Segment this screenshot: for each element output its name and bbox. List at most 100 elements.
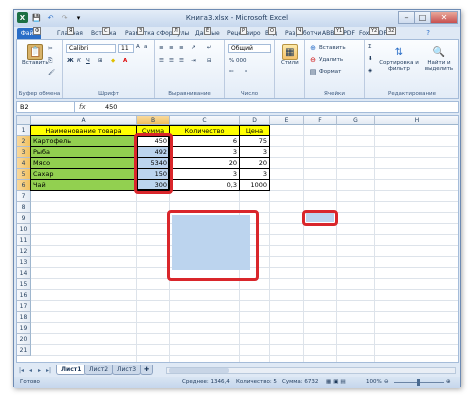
align-right-icon[interactable]: ☰ <box>179 58 184 64</box>
insert-cells-button[interactable]: ⊕ Вставить <box>309 44 346 52</box>
row-header[interactable]: 5 <box>17 169 31 180</box>
row-header[interactable]: 6 <box>17 180 31 191</box>
table-cell[interactable]: Чай <box>30 179 137 191</box>
paste-button[interactable]: 📋 Вставить <box>22 44 49 66</box>
underline-icon[interactable]: Ч <box>86 58 90 64</box>
row-header[interactable]: 10 <box>17 224 31 235</box>
decrease-decimal-icon[interactable]: ⁰ <box>245 70 247 76</box>
maximize-icon[interactable]: □ <box>414 11 431 24</box>
column-header[interactable]: G <box>337 116 375 125</box>
sheet-tab-2[interactable]: Лист2 <box>84 365 114 375</box>
indent-icon[interactable]: ⇥ <box>191 58 196 64</box>
align-center-icon[interactable]: ☰ <box>169 58 174 64</box>
row-header[interactable]: 13 <box>17 257 31 268</box>
copy-icon[interactable]: ⎘ <box>48 58 52 65</box>
ribbon: 📋 Вставить ✂ ⎘ 🖌 Буфер обмена Calibri 11… <box>16 39 459 99</box>
table-cell[interactable]: 0,3 <box>169 179 240 191</box>
number-format-select[interactable]: Общий <box>228 44 271 53</box>
wrap-text-icon[interactable]: ↵ <box>207 45 212 51</box>
row-header[interactable]: 19 <box>17 323 31 334</box>
styles-button[interactable]: ▦ Стили <box>281 44 299 66</box>
zoom-slider-thumb[interactable] <box>417 379 420 386</box>
column-header[interactable]: F <box>304 116 337 125</box>
sheet-tab-3[interactable]: Лист3 <box>112 365 142 375</box>
column-header[interactable]: D <box>240 116 270 125</box>
italic-icon[interactable]: К <box>77 58 81 64</box>
shrink-font-icon[interactable]: a <box>144 44 147 50</box>
align-middle-icon[interactable]: ≡ <box>169 45 174 51</box>
bold-icon[interactable]: Ж <box>67 58 74 64</box>
zoom-level[interactable]: 100% <box>366 379 382 385</box>
column-header[interactable]: C <box>170 116 240 125</box>
align-left-icon[interactable]: ☰ <box>159 58 164 64</box>
column-header[interactable]: H <box>375 116 458 125</box>
prev-sheet-icon[interactable]: ◂ <box>27 367 34 374</box>
column-header[interactable]: A <box>31 116 137 125</box>
last-sheet-icon[interactable]: ▸| <box>45 367 52 374</box>
row-header[interactable]: 14 <box>17 268 31 279</box>
row-header[interactable]: 3 <box>17 147 31 158</box>
row-header[interactable]: 1 <box>17 125 31 136</box>
table-cell[interactable]: 1000 <box>239 179 270 191</box>
font-size-select[interactable]: 11 <box>118 44 134 53</box>
fill-icon[interactable]: ⬇ <box>368 56 373 62</box>
cut-icon[interactable]: ✂ <box>48 46 53 52</box>
clear-icon[interactable]: ◈ <box>368 68 372 74</box>
sort-filter-button[interactable]: ⇅ Сортировка и фильтр <box>379 44 419 73</box>
row-header[interactable]: 18 <box>17 312 31 323</box>
row-header[interactable]: 9 <box>17 213 31 224</box>
find-select-button[interactable]: 🔍 Найти и выделить <box>421 44 457 73</box>
delete-cells-button[interactable]: ⊖ Удалить <box>309 56 343 64</box>
highlight-box-single-cell <box>302 210 338 226</box>
help-icon[interactable]: ? <box>426 29 430 37</box>
font-color-icon[interactable]: A <box>123 58 127 64</box>
font-name-select[interactable]: Calibri <box>66 44 116 53</box>
align-top-icon[interactable]: ≡ <box>159 45 164 51</box>
worksheet-grid[interactable]: A B C D E F G H 1 2 3 4 5 6 7 8 9 10 11 12 13 14 15 16 17 18 19 20 2… <box>16 115 459 363</box>
gridline <box>31 201 458 202</box>
first-sheet-icon[interactable]: |◂ <box>18 367 25 374</box>
formula-input[interactable]: 450 <box>105 103 117 111</box>
alignment-group: ≡ ≡ ≡ ↗ ↵ ☰ ☰ ☰ ⇥ ⊟ Выравнивание <box>155 40 225 98</box>
sort-filter-icon: ⇅ <box>394 46 404 58</box>
next-sheet-icon[interactable]: ▸ <box>36 367 43 374</box>
row-header[interactable]: 20 <box>17 334 31 345</box>
row-header[interactable]: 17 <box>17 301 31 312</box>
autosum-icon[interactable]: Σ <box>368 44 371 50</box>
column-header[interactable]: E <box>270 116 304 125</box>
row-header[interactable]: 11 <box>17 235 31 246</box>
row-header[interactable]: 8 <box>17 202 31 213</box>
borders-icon[interactable]: ⊞ <box>98 58 103 64</box>
select-all-corner[interactable] <box>17 116 31 125</box>
minimize-icon[interactable]: – <box>398 11 415 24</box>
fill-color-icon[interactable]: ◆ <box>111 58 115 64</box>
scroll-thumb[interactable] <box>169 368 229 373</box>
row-header[interactable]: 2 <box>17 136 31 147</box>
increase-decimal-icon[interactable]: ⁰⁰ <box>229 70 233 76</box>
orientation-icon[interactable]: ↗ <box>191 45 196 51</box>
format-cells-button[interactable]: ▤ Формат <box>309 68 342 76</box>
view-buttons[interactable]: ▦▣▤ <box>326 379 348 385</box>
zoom-out-icon[interactable]: ⊖ <box>384 379 389 385</box>
status-bar: Готово Среднее: 1346,4 Количество: 5 Сум… <box>14 377 460 388</box>
row-header[interactable]: 15 <box>17 279 31 290</box>
close-icon[interactable]: ✕ <box>430 11 458 24</box>
new-sheet-icon[interactable]: ✚ <box>140 365 154 375</box>
row-header[interactable]: 4 <box>17 158 31 169</box>
column-header[interactable]: B <box>137 116 170 125</box>
align-bottom-icon[interactable]: ≡ <box>179 45 184 51</box>
name-box[interactable]: B2 <box>17 102 75 112</box>
zoom-in-icon[interactable]: ⊕ <box>446 379 451 385</box>
merge-cells-icon[interactable]: ⊟ <box>207 58 212 64</box>
sheet-tab-1[interactable]: Лист1 <box>56 365 87 375</box>
grow-font-icon[interactable]: A <box>136 44 140 50</box>
row-header[interactable]: 21 <box>17 345 31 356</box>
row-header[interactable]: 12 <box>17 246 31 257</box>
row-header[interactable]: 7 <box>17 191 31 202</box>
row-header[interactable]: 16 <box>17 290 31 301</box>
horizontal-scrollbar[interactable] <box>166 367 456 374</box>
fx-icon[interactable]: fx <box>79 103 86 111</box>
format-painter-icon[interactable]: 🖌 <box>48 70 55 76</box>
currency-format-button[interactable]: % 000 <box>229 58 246 64</box>
status-average: Среднее: 1346,4 <box>182 379 230 385</box>
